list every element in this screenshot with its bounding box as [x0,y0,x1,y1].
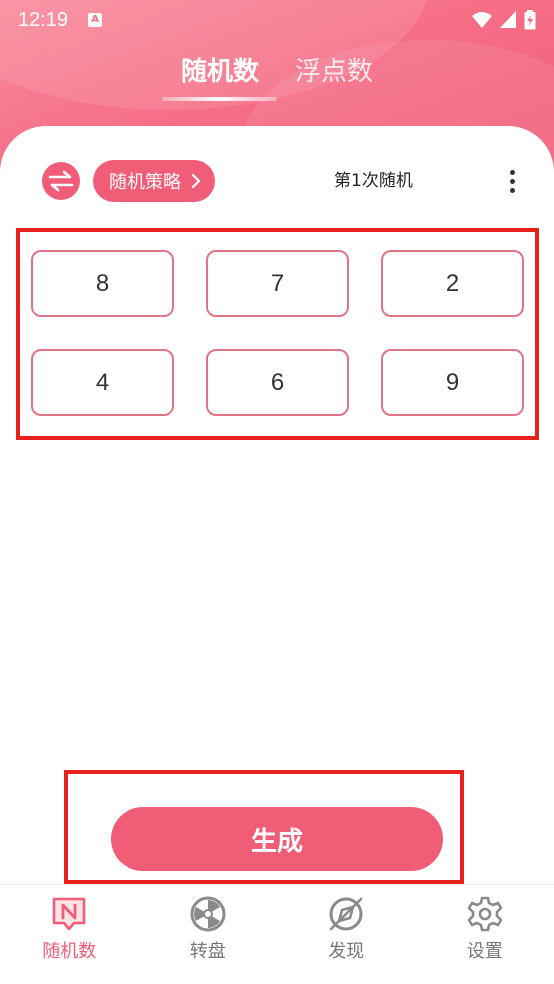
nav-item-wheel[interactable]: 转盘 [139,885,278,984]
number-cell: 9 [381,349,524,416]
swap-arrows-icon [48,170,74,192]
battery-icon [524,10,536,30]
more-options-button[interactable] [502,166,522,196]
status-time: 12:19 [18,8,69,31]
round-label: 第1次随机 [334,171,413,191]
nav-label: 转盘 [189,941,226,962]
nav-item-random-number[interactable]: 随机数 [0,885,139,984]
bottom-nav: 随机数 转盘 发现 设置 [0,884,554,984]
strategy-button[interactable]: 随机策略 [93,160,215,202]
number-cell: 6 [206,349,349,416]
content-card [0,126,554,884]
nav-item-settings[interactable]: 设置 [416,885,554,984]
nav-label: 随机数 [42,941,97,962]
compass-icon [327,895,365,933]
status-bar: 12:19 A [0,0,554,40]
top-tabs: 随机数 浮点数 [0,52,554,96]
chevron-right-icon [191,173,201,189]
tab-random-number[interactable]: 随机数 [181,52,259,96]
strategy-label: 随机策略 [109,172,181,193]
number-cell: 7 [206,250,349,317]
nav-label: 发现 [328,941,365,962]
toolbar-row: 随机策略 第1次随机 [42,160,522,202]
number-cell: 8 [31,250,174,317]
wheel-icon [189,895,227,933]
nav-label: 设置 [466,941,503,962]
swap-button[interactable] [42,162,80,200]
a-badge-icon: A [88,13,103,27]
number-cell: 2 [381,250,524,317]
n-badge-icon [50,895,88,933]
wifi-icon [472,12,492,28]
generate-button[interactable]: 生成 [111,807,443,871]
nav-item-discover[interactable]: 发现 [277,885,416,984]
signal-icon [500,11,516,28]
number-cell: 4 [31,349,174,416]
more-vertical-icon [509,169,515,175]
number-grid: 8 7 2 4 6 9 [31,250,524,416]
tab-float-number[interactable]: 浮点数 [295,52,373,96]
gear-icon [466,895,504,933]
status-icons [472,10,536,30]
tab-indicator [162,97,277,101]
